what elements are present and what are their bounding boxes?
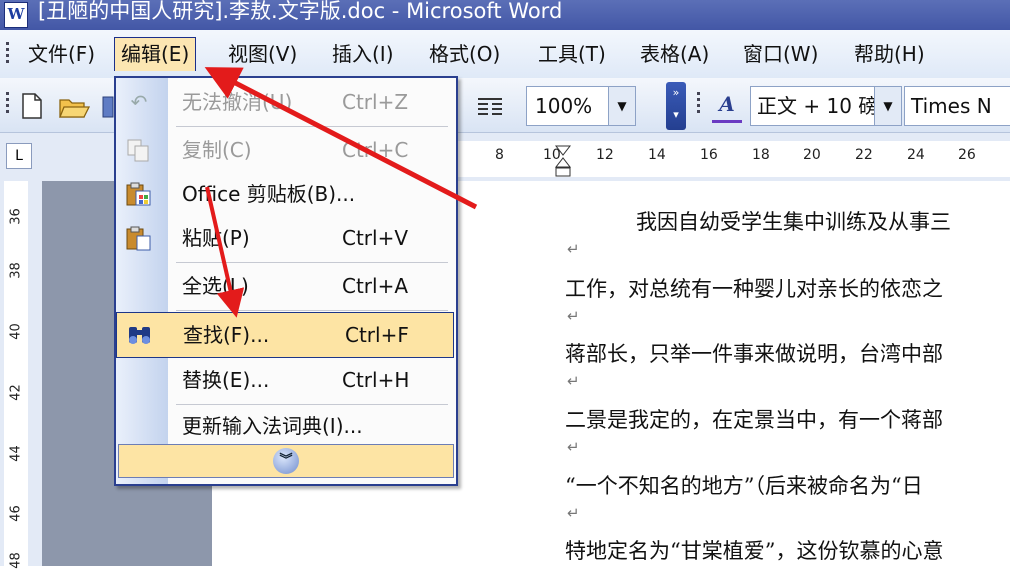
font-select[interactable]: Times N [904, 86, 1010, 126]
paragraph-mark: ↵ [567, 240, 580, 258]
menu-item-office-clipboard[interactable]: Office 剪贴板(B)... [116, 172, 456, 216]
menu-item-replace[interactable]: 替换(E)... Ctrl+H [116, 358, 456, 402]
vruler-mark: 42 [8, 384, 24, 401]
ruler-mark: 12 [596, 147, 614, 163]
chevron-down-icon[interactable]: ▼ [874, 87, 901, 125]
ruler-mark: 8 [495, 147, 504, 163]
menu-item-label: 全选(L) [182, 274, 249, 298]
word-document-icon[interactable]: W [4, 2, 28, 28]
menu-item-shortcut: Ctrl+F [345, 323, 409, 347]
vruler-mark: 40 [8, 323, 24, 340]
menu-item-label: 查找(F)... [183, 323, 270, 347]
horizontal-ruler[interactable]: 8 10 12 14 16 18 20 22 24 26 [455, 141, 1010, 177]
edit-menu-dropdown: ↶ 无法撤消(U) Ctrl+Z 复制(C) Ctrl+C Office 剪贴板… [114, 76, 458, 486]
menu-item-select-all[interactable]: 全选(L) Ctrl+A [116, 264, 456, 308]
title-bar: W [丑陋的中国人研究].李敖.文字版.doc - Microsoft Word [0, 0, 1010, 30]
menu-table[interactable]: 表格(A) [634, 38, 715, 70]
columns-icon[interactable] [476, 96, 504, 118]
paragraph-mark: ↵ [567, 438, 580, 456]
menu-item-shortcut: Ctrl+C [342, 138, 409, 162]
formatting-toolbar-grip[interactable] [697, 92, 700, 116]
menu-separator [176, 126, 448, 127]
menu-item-copy[interactable]: 复制(C) Ctrl+C [116, 128, 456, 172]
menu-item-shortcut: Ctrl+H [342, 368, 410, 392]
menu-edit[interactable]: 编辑(E) [114, 37, 197, 71]
menu-insert[interactable]: 插入(I) [326, 38, 400, 70]
menu-bar: 文件(F) 编辑(E) 视图(V) 插入(I) 格式(O) 工具(T) 表格(A… [0, 30, 1010, 79]
open-folder-icon[interactable] [58, 94, 90, 120]
menu-item-undo[interactable]: ↶ 无法撤消(U) Ctrl+Z [116, 80, 456, 124]
menu-item-label: 更新输入法词典(I)... [182, 414, 363, 438]
menu-item-label: Office 剪贴板(B)... [182, 182, 356, 206]
zoom-select[interactable]: 100% ▼ [526, 86, 636, 126]
vruler-mark: 38 [8, 262, 24, 279]
save-icon[interactable] [102, 94, 114, 120]
menu-separator [176, 310, 448, 311]
undo-icon: ↶ [130, 90, 148, 114]
menu-item-find[interactable]: 查找(F)... Ctrl+F [116, 312, 454, 358]
menu-window[interactable]: 窗口(W) [737, 38, 824, 70]
indent-marker-icon[interactable] [553, 145, 573, 179]
menu-separator [176, 262, 448, 263]
double-chevron-down-icon[interactable]: ︾ [273, 448, 299, 474]
vertical-ruler[interactable]: 36 38 40 42 44 46 48 [4, 181, 28, 569]
menu-format[interactable]: 格式(O) [423, 38, 506, 70]
vertical-ruler-bar: 36 38 40 42 44 46 48 [0, 181, 42, 569]
document-text-line[interactable]: 我因自幼受学生集中训练及从事三 [636, 206, 951, 236]
font-value: Times N [911, 94, 992, 118]
paragraph-mark: ↵ [567, 372, 580, 390]
ruler-mark: 22 [855, 147, 873, 163]
new-document-icon[interactable] [20, 92, 44, 120]
style-value: 正文 + 10 磅 [757, 94, 879, 118]
ruler-mark: 26 [958, 147, 976, 163]
document-text-line[interactable]: 工作，对总统有一种婴儿对亲长的依恋之 [565, 273, 943, 303]
window-title: [丑陋的中国人研究].李敖.文字版.doc - Microsoft Word [38, 0, 563, 23]
tab-selector-button[interactable]: L [6, 143, 32, 169]
ruler-mark: 14 [648, 147, 666, 163]
paste-icon [126, 226, 151, 251]
binoculars-icon [129, 327, 150, 344]
paragraph-mark: ↵ [567, 307, 580, 325]
document-text-line[interactable]: 二景是我定的，在定景当中，有一个蒋部 [565, 404, 943, 434]
menu-item-shortcut: Ctrl+V [342, 226, 409, 250]
menu-item-label: 无法撤消(U) [182, 90, 293, 114]
vruler-mark: 36 [8, 208, 24, 225]
ruler-mark: 18 [752, 147, 770, 163]
menu-item-label: 复制(C) [182, 138, 252, 162]
ruler-mark: 16 [700, 147, 718, 163]
menu-item-paste[interactable]: 粘贴(P) Ctrl+V [116, 216, 456, 260]
menu-view[interactable]: 视图(V) [222, 38, 303, 70]
styles-and-formatting-icon[interactable]: A [712, 92, 742, 123]
menu-item-label: 替换(E)... [182, 368, 270, 392]
ruler-mark: 24 [907, 147, 925, 163]
menu-item-label: 粘贴(P) [182, 226, 250, 250]
vruler-mark: 48 [8, 552, 24, 569]
document-text-line[interactable]: 特地定名为“甘棠植爱”，这份钦慕的心意 [565, 535, 943, 565]
toolbar-grip-handle[interactable] [6, 92, 9, 116]
vruler-mark: 44 [8, 445, 24, 462]
menu-help[interactable]: 帮助(H) [848, 38, 931, 70]
style-select[interactable]: 正文 + 10 磅 ▼ [750, 86, 902, 126]
vruler-mark: 46 [8, 505, 24, 522]
menu-expand-bar[interactable]: ︾ [118, 444, 454, 478]
menu-item-shortcut: Ctrl+A [342, 274, 409, 298]
ruler-mark: 20 [803, 147, 821, 163]
menubar-grip-handle[interactable] [6, 42, 9, 66]
copy-icon [127, 139, 149, 162]
menu-item-shortcut: Ctrl+Z [342, 90, 409, 114]
clipboard-icon [126, 182, 151, 206]
document-text-line[interactable]: “一个不知名的地方”（后来被命名为“日 [565, 470, 923, 500]
toolbar-overflow-button[interactable]: » ▾ [666, 82, 686, 130]
menu-tools[interactable]: 工具(T) [532, 38, 612, 70]
menu-item-update-ime-dictionary[interactable]: 更新输入法词典(I)... [116, 404, 456, 448]
document-text-line[interactable]: 蒋部长，只举一件事来做说明，台湾中部 [565, 338, 943, 368]
paragraph-mark: ↵ [567, 504, 580, 522]
zoom-value: 100% [535, 94, 593, 118]
chevron-down-icon[interactable]: ▼ [608, 87, 635, 125]
menu-file[interactable]: 文件(F) [22, 38, 101, 70]
